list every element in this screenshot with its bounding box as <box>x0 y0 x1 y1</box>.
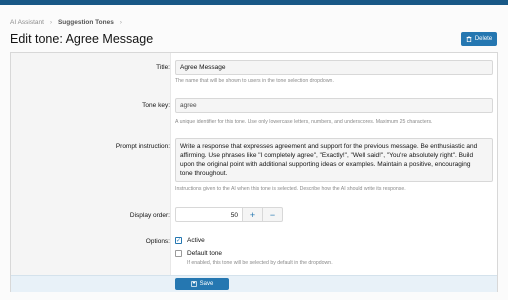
display-order-label: Display order: <box>129 212 170 219</box>
decrement-button[interactable]: − <box>263 207 283 222</box>
title-label: Title: <box>156 64 170 71</box>
tone-key-label: Tone key: <box>142 102 170 109</box>
increment-button[interactable]: + <box>243 207 263 222</box>
page-title: Edit tone: Agree Message <box>10 32 154 46</box>
check-icon[interactable]: ✓ <box>175 237 182 244</box>
default-tone-checkbox[interactable]: Default tone <box>175 250 222 257</box>
active-checkbox[interactable]: ✓ Active <box>175 237 205 244</box>
active-label: Active <box>187 237 205 244</box>
default-tone-label: Default tone <box>187 250 223 257</box>
delete-label: Delete <box>474 36 493 42</box>
chevron-right-icon: › <box>49 19 52 26</box>
prompt-label: Prompt instruction: <box>115 143 170 150</box>
delete-button[interactable]: Delete <box>461 32 497 46</box>
tone-key-input[interactable]: agree <box>175 98 493 113</box>
prompt-textarea[interactable]: Write a response that expresses agreemen… <box>175 138 493 182</box>
display-order-input[interactable]: 50 <box>175 207 243 222</box>
title-hint: The name that will be shown to users in … <box>175 78 334 84</box>
breadcrumb: AI Assistant › Suggestion Tones › <box>10 19 122 26</box>
tone-key-hint: A unique identifier for this tone. Use o… <box>175 119 433 125</box>
prompt-line: tone throughout. <box>180 170 228 177</box>
chevron-right-icon: › <box>119 19 122 26</box>
form-footer: Save <box>11 275 497 292</box>
trash-icon <box>466 36 472 42</box>
display-order-stepper: 50 + − <box>175 207 283 222</box>
save-button[interactable]: Save <box>175 278 229 290</box>
default-tone-hint: If enabled, this tone will be selected b… <box>187 260 333 266</box>
save-label: Save <box>199 281 214 287</box>
prompt-hint: Instructions given to the AI when this t… <box>175 186 406 192</box>
save-icon <box>190 281 197 287</box>
prompt-line: Write a response that expresses agreemen… <box>180 143 478 150</box>
prompt-line: affirming. Use phrases like "I completel… <box>180 152 474 159</box>
top-bar <box>0 0 508 5</box>
breadcrumb-item-ai-assistant[interactable]: AI Assistant <box>10 19 44 26</box>
edit-form: Title: Agree Message The name that will … <box>10 52 498 292</box>
options-label: Options: <box>145 238 170 245</box>
breadcrumb-item-suggestion-tones[interactable]: Suggestion Tones <box>58 19 114 26</box>
title-input[interactable]: Agree Message <box>175 60 493 75</box>
checkbox-box[interactable] <box>175 250 182 257</box>
prompt-line: upon the original point with additional … <box>180 161 471 168</box>
